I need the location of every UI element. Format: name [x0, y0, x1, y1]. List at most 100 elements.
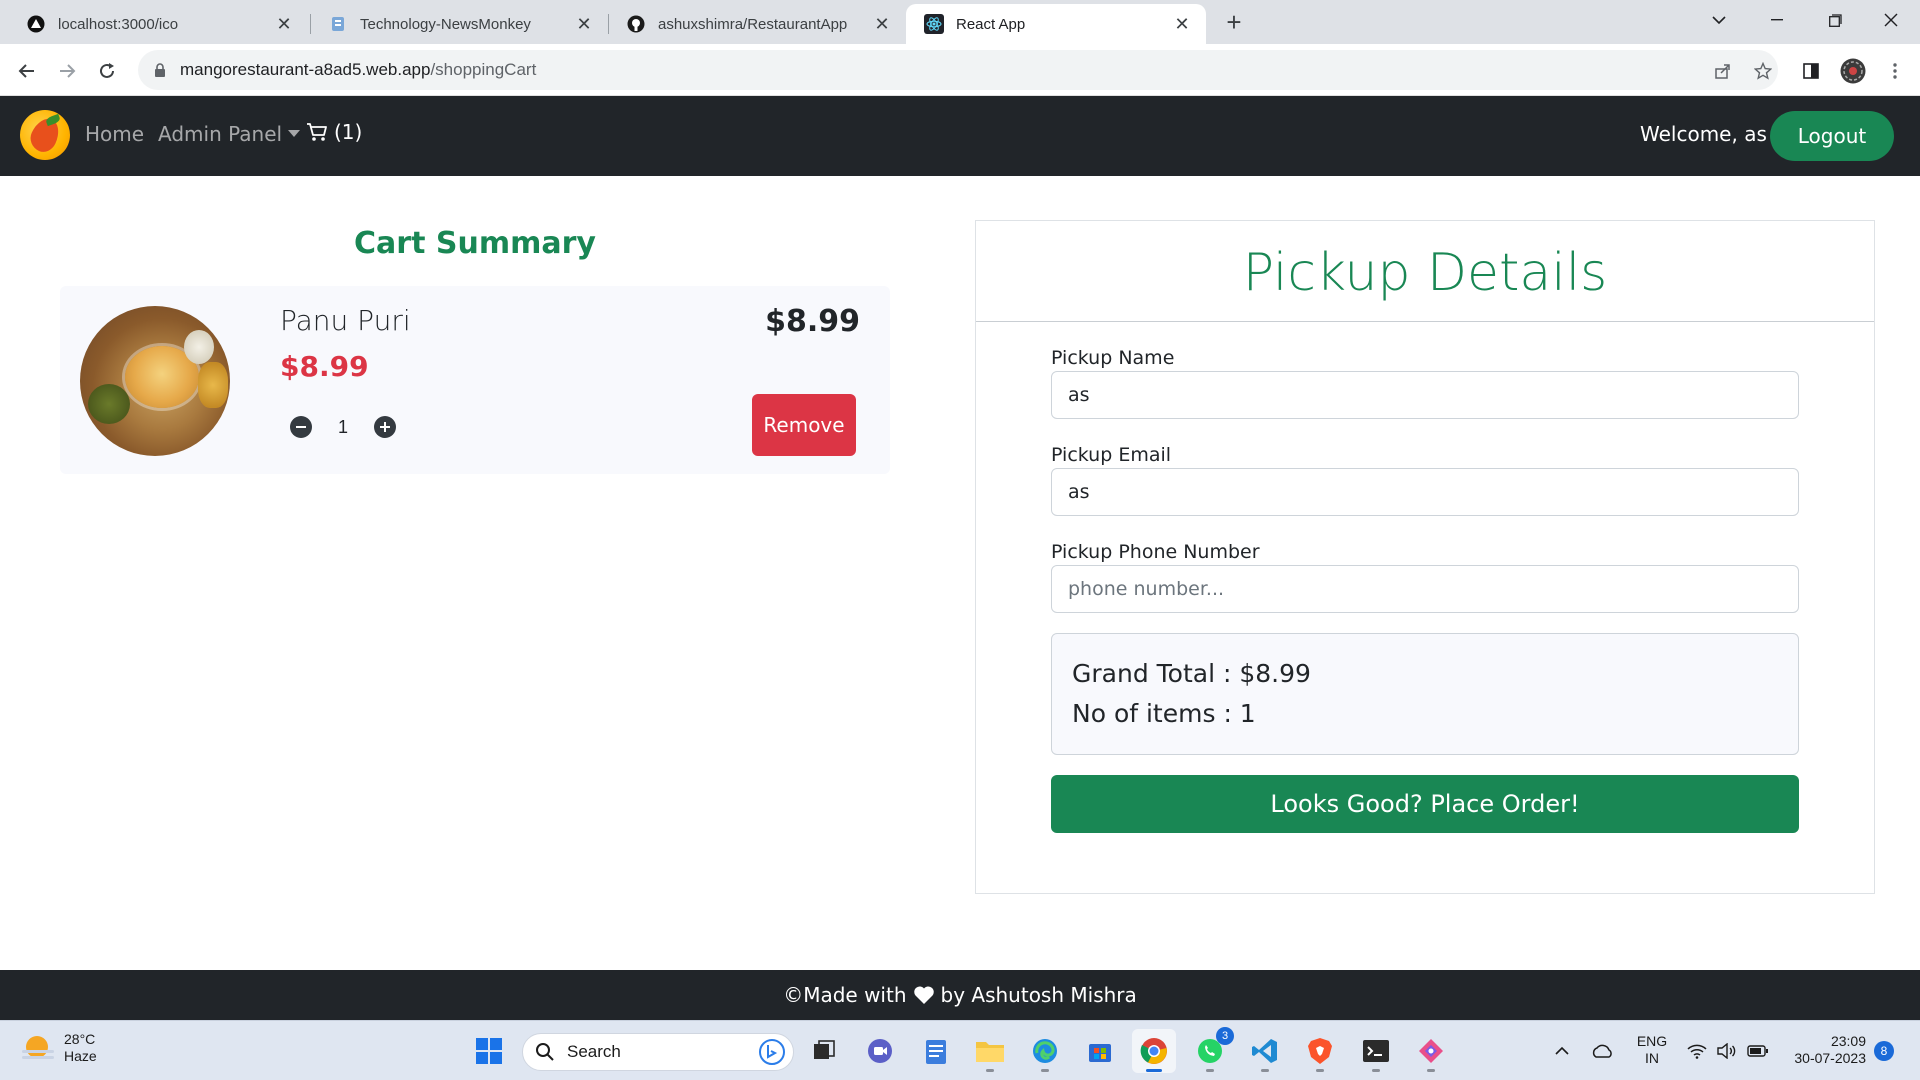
- bing-icon: [759, 1039, 785, 1065]
- language-indicator[interactable]: ENG IN: [1634, 1033, 1670, 1067]
- tab-title: Technology-NewsMonkey: [360, 15, 531, 33]
- close-icon[interactable]: ✕: [574, 14, 594, 34]
- browser-tab[interactable]: ashuxshimra/RestaurantApp ✕: [608, 4, 906, 44]
- url-path: /shoppingCart: [430, 60, 537, 79]
- minus-circle-icon[interactable]: [290, 416, 312, 438]
- github-icon: [626, 14, 646, 34]
- snipping-tool-icon[interactable]: [1409, 1029, 1453, 1073]
- microsoft-store-icon[interactable]: [1078, 1029, 1122, 1073]
- notification-badge: 3: [1216, 1027, 1234, 1045]
- close-icon[interactable]: ✕: [1172, 14, 1192, 34]
- pickup-phone-label: Pickup Phone Number: [1051, 541, 1260, 563]
- pickup-email-input[interactable]: [1051, 468, 1799, 516]
- food-pile-shape: [198, 362, 228, 408]
- reload-icon[interactable]: [92, 56, 122, 86]
- onedrive-cloud-icon[interactable]: [1586, 1031, 1618, 1071]
- restore-icon[interactable]: [1806, 0, 1864, 40]
- item-name: Panu Puri: [280, 304, 411, 337]
- url-host: mangorestaurant-a8ad5.web.app: [180, 60, 431, 79]
- edge-browser-icon[interactable]: [1023, 1029, 1067, 1073]
- address-bar[interactable]: mangorestaurant-a8ad5.web.app/shoppingCa…: [138, 50, 1778, 90]
- running-indicator: [1427, 1069, 1435, 1072]
- windows-taskbar: 28°C Haze Search 3 ENG IN 23:09 30-07-20…: [0, 1020, 1920, 1080]
- haze-shape: [22, 1050, 54, 1053]
- pickup-name-label: Pickup Name: [1051, 347, 1175, 369]
- lock-icon[interactable]: [152, 62, 168, 78]
- wifi-icon[interactable]: [1684, 1031, 1710, 1071]
- taskbar-search-box[interactable]: Search: [522, 1033, 794, 1071]
- mango-logo[interactable]: [20, 110, 70, 160]
- side-panel-icon[interactable]: [1796, 56, 1826, 86]
- close-icon[interactable]: ✕: [274, 14, 294, 34]
- pickup-email-label: Pickup Email: [1051, 444, 1172, 466]
- browser-tab[interactable]: localhost:3000/ico ✕: [8, 4, 308, 44]
- welcome-text: Welcome, as: [1640, 122, 1767, 146]
- file-explorer-icon[interactable]: [968, 1029, 1012, 1073]
- item-price: $8.99: [280, 350, 369, 383]
- close-window-icon[interactable]: [1862, 0, 1920, 40]
- vscode-icon[interactable]: [1243, 1029, 1287, 1073]
- nav-cart-link[interactable]: (1): [306, 120, 362, 144]
- tab-title: ashuxshimra/RestaurantApp: [658, 15, 848, 33]
- whatsapp-icon[interactable]: 3: [1188, 1027, 1234, 1073]
- browser-tab[interactable]: Technology-NewsMonkey ✕: [310, 4, 608, 44]
- close-icon[interactable]: ✕: [872, 14, 892, 34]
- forward-arrow-icon[interactable]: [52, 56, 82, 86]
- chrome-icon[interactable]: [1132, 1029, 1176, 1073]
- news-monkey-icon: [328, 14, 348, 34]
- more-menu-icon[interactable]: [1880, 56, 1910, 86]
- back-arrow-icon[interactable]: [12, 56, 42, 86]
- windows-start-icon[interactable]: [467, 1029, 511, 1073]
- taskbar-clock[interactable]: 23:09 30-07-2023: [1784, 1033, 1866, 1067]
- task-view-icon[interactable]: [802, 1029, 846, 1073]
- nav-home-link[interactable]: Home: [85, 122, 144, 146]
- grand-total: Grand Total : $8.99: [1072, 659, 1311, 688]
- place-order-button[interactable]: Looks Good? Place Order!: [1051, 775, 1799, 833]
- remove-button[interactable]: Remove: [752, 394, 856, 456]
- plus-circle-icon[interactable]: [374, 416, 396, 438]
- brave-browser-icon[interactable]: [1298, 1029, 1342, 1073]
- running-indicator: [1316, 1069, 1324, 1072]
- cart-count: (1): [334, 120, 363, 144]
- new-tab-button[interactable]: +: [1220, 7, 1248, 37]
- notification-count-badge[interactable]: 8: [1874, 1041, 1894, 1061]
- profile-avatar[interactable]: [1838, 56, 1868, 86]
- tab-search-chevron-icon[interactable]: [1690, 0, 1748, 40]
- clock-time: 23:09: [1830, 1033, 1866, 1049]
- cart-item-card: Panu Puri $8.99 1 $8.99 Remove: [60, 286, 890, 474]
- page-footer: ©Made with by Ashutosh Mishra: [0, 970, 1920, 1020]
- divider: [976, 321, 1874, 322]
- browser-toolbar: mangorestaurant-a8ad5.web.app/shoppingCa…: [0, 44, 1920, 96]
- pickup-phone-input[interactable]: [1051, 565, 1799, 613]
- teams-chat-icon[interactable]: [858, 1029, 902, 1073]
- show-hidden-icons-chevron[interactable]: [1548, 1031, 1576, 1071]
- food-dish-shape: [184, 330, 214, 364]
- weather-text: 28°C Haze: [64, 1031, 97, 1065]
- footer-suffix: by Ashutosh Mishra: [940, 983, 1137, 1007]
- speaker-volume-icon[interactable]: [1714, 1031, 1740, 1071]
- quantity-stepper: 1: [290, 416, 396, 438]
- order-summary-box: Grand Total : $8.99 No of items : 1: [1051, 633, 1799, 755]
- temperature: 28°C: [64, 1031, 96, 1047]
- pickup-title: Pickup Details: [1242, 243, 1608, 303]
- search-placeholder: Search: [567, 1042, 621, 1061]
- browser-tabstrip: localhost:3000/ico ✕ Technology-NewsMonk…: [0, 0, 1920, 44]
- browser-tab-active[interactable]: React App ✕: [906, 4, 1206, 44]
- app-navbar: Home Admin Panel (1) Welcome, as Logout: [0, 96, 1920, 176]
- tab-title: React App: [956, 15, 1026, 33]
- bookmark-star-icon[interactable]: [1748, 56, 1778, 86]
- caret-down-icon: [288, 130, 301, 137]
- item-count: No of items : 1: [1072, 699, 1256, 728]
- terminal-icon[interactable]: [1354, 1029, 1398, 1073]
- weather-widget[interactable]: 28°C Haze: [22, 1031, 97, 1065]
- minimize-icon[interactable]: [1748, 0, 1806, 40]
- logout-button[interactable]: Logout: [1770, 111, 1894, 161]
- share-icon[interactable]: [1708, 56, 1738, 86]
- battery-icon[interactable]: [1744, 1031, 1772, 1071]
- clock-date: 30-07-2023: [1794, 1050, 1866, 1066]
- sun-shape: [26, 1036, 48, 1058]
- pickup-name-input[interactable]: [1051, 371, 1799, 419]
- notepad-icon[interactable]: [914, 1029, 958, 1073]
- react-icon: [924, 14, 944, 34]
- nav-admin-dropdown[interactable]: Admin Panel: [158, 122, 301, 146]
